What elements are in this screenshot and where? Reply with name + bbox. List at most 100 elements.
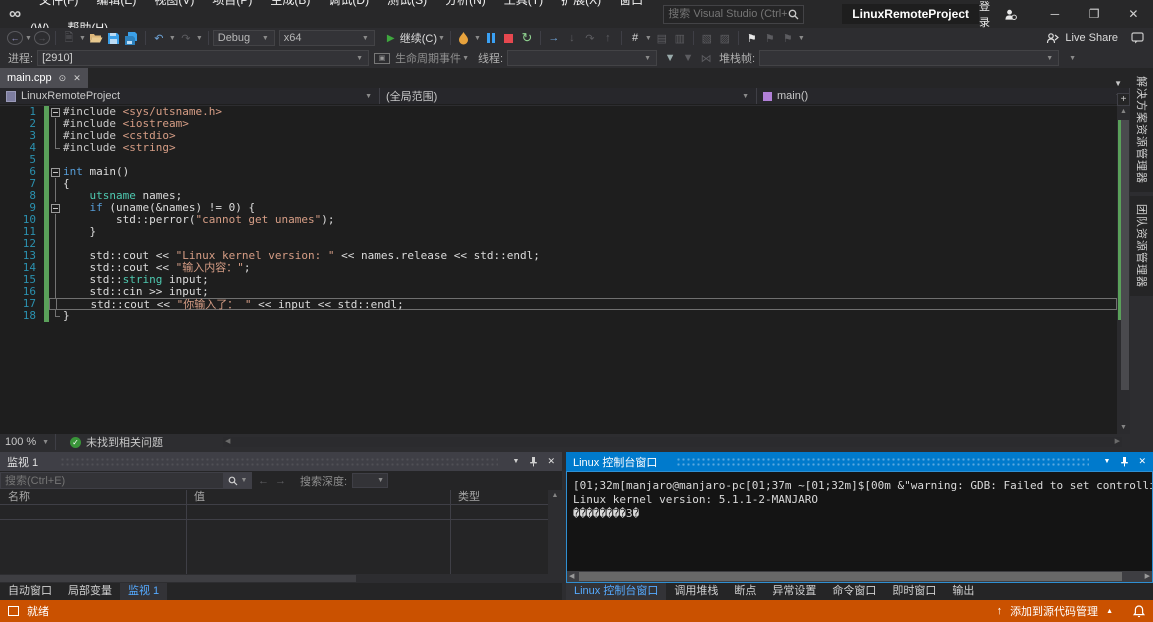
sidebar-tab-team-explorer[interactable]: 团队资源管理器	[1130, 196, 1153, 296]
scroll-left-icon[interactable]: ◀	[569, 571, 574, 582]
pin-tab-icon[interactable]: ⊙	[59, 73, 67, 84]
save-all-icon[interactable]	[124, 30, 140, 46]
menu-item[interactable]: 扩展(X)	[552, 0, 610, 7]
scroll-right-icon[interactable]: ▶	[1115, 437, 1120, 447]
document-health-indicator[interactable]: ✓ 未找到相关问题	[70, 434, 163, 450]
window-menu-icon[interactable]: ▼	[513, 458, 520, 465]
filter-threads-icon[interactable]: ▼	[662, 50, 678, 66]
save-icon[interactable]	[106, 30, 122, 46]
menu-item[interactable]: 测试(S)	[378, 0, 436, 7]
code-line[interactable]: 5	[0, 154, 1117, 166]
minimize-button[interactable]: ─	[1035, 0, 1074, 28]
redo-icon[interactable]: ↷	[178, 30, 194, 46]
solution-platform-dropdown[interactable]: x64 ▼	[278, 30, 375, 46]
continue-dropdown[interactable]: ▼	[438, 35, 445, 42]
code-line[interactable]: 10 std::perror("cannot get unames");	[0, 214, 1117, 226]
close-tab-icon[interactable]: ✕	[73, 73, 81, 84]
stack-frame-dropdown[interactable]: ▼	[759, 50, 1060, 66]
watch-panel-tab[interactable]: 自动窗口	[0, 583, 60, 600]
lifecycle-events-icon[interactable]: ▣	[374, 52, 391, 64]
column-header-value[interactable]: 值	[186, 490, 450, 505]
scroll-up-icon[interactable]: ▲	[548, 490, 562, 502]
apply-code-changes-dropdown[interactable]: ▼	[474, 35, 481, 42]
scroll-down-icon[interactable]: ▼	[1117, 422, 1130, 434]
add-to-source-control-button[interactable]: 添加到源代码管理	[1010, 603, 1098, 619]
scrollbar-thumb[interactable]	[579, 572, 1122, 581]
watch-panel-tab[interactable]: 监视 1	[120, 583, 168, 600]
hex-display-icon[interactable]: #	[627, 30, 643, 46]
apply-code-changes-icon[interactable]	[456, 30, 472, 46]
navigate-forward-icon[interactable]: →	[33, 31, 50, 45]
continue-label[interactable]: 继续(C)	[400, 30, 437, 46]
console-output[interactable]: [01;32m[manjaro@manjaro-pc[01;37m ~[01;3…	[566, 471, 1153, 583]
source-control-dropdown-icon[interactable]: ▲	[1106, 608, 1113, 615]
filter-flagged-icon[interactable]: ▼	[680, 50, 696, 66]
navigate-back-dropdown[interactable]: ▼	[25, 35, 32, 42]
symbol-dropdown[interactable]: main() ▼	[757, 88, 1130, 104]
splitter-handle-icon[interactable]: +	[1117, 93, 1130, 106]
navigate-back-icon[interactable]: ←	[7, 31, 23, 45]
menu-item[interactable]: 编辑(E)	[87, 0, 145, 7]
menu-item[interactable]: 视图(V)	[145, 0, 203, 7]
toolbar-overflow-icon[interactable]: ▼	[1069, 55, 1076, 62]
pin-icon[interactable]	[1120, 456, 1129, 467]
quick-search-input[interactable]	[668, 8, 789, 20]
fold-margin[interactable]	[49, 166, 63, 178]
console-panel-tab[interactable]: Linux 控制台窗口	[566, 583, 667, 600]
continue-icon[interactable]: ▶	[383, 30, 399, 46]
close-button[interactable]: ✕	[1114, 0, 1153, 28]
menu-item[interactable]: 项目(P)	[203, 0, 261, 7]
sign-in-button[interactable]: 登录	[979, 0, 1018, 30]
console-panel-tab[interactable]: 异常设置	[764, 583, 824, 600]
bookmark-icon[interactable]: ⚑	[744, 30, 760, 46]
console-panel-tab[interactable]: 命令窗口	[824, 583, 884, 600]
send-feedback-icon[interactable]	[1129, 30, 1145, 46]
search-forward-icon[interactable]: →	[275, 475, 286, 487]
zoom-dropdown[interactable]: 100 % ▼	[0, 434, 56, 450]
previous-bookmark-icon[interactable]: ⚑	[762, 30, 778, 46]
pin-icon[interactable]	[529, 456, 538, 467]
close-panel-icon[interactable]: ✕	[547, 456, 555, 467]
notifications-bell-icon[interactable]	[1133, 604, 1145, 618]
step-out-icon[interactable]: ↑	[600, 30, 616, 46]
code-line[interactable]: 16 std::cin >> input;	[0, 286, 1117, 298]
window-menu-icon[interactable]: ▼	[1104, 458, 1111, 465]
undo-dropdown[interactable]: ▼	[169, 35, 176, 42]
fold-margin[interactable]	[49, 202, 63, 214]
toggle-flagged-icon[interactable]: ⋈	[698, 50, 714, 66]
watch-search-button[interactable]: ▼	[224, 472, 252, 489]
watch-search-input[interactable]	[5, 474, 219, 487]
undo-icon[interactable]: ↶	[151, 30, 167, 46]
code-editor[interactable]: 1 #include <sys/utsname.h> 2 #include <iost…	[0, 106, 1117, 434]
console-panel-tab[interactable]: 断点	[726, 583, 764, 600]
menu-item[interactable]: 生成(B)	[261, 0, 319, 7]
search-depth-dropdown[interactable]: ▼	[352, 473, 389, 488]
watch-search-box[interactable]	[0, 472, 224, 489]
show-next-statement-icon[interactable]: →	[546, 30, 562, 46]
scope-dropdown[interactable]: (全局范围) ▼	[380, 88, 757, 104]
quick-search-box[interactable]	[663, 4, 805, 24]
active-files-dropdown-icon[interactable]: ▼	[1106, 79, 1130, 88]
project-dropdown[interactable]: LinuxRemoteProject ▼	[0, 88, 380, 104]
fold-margin[interactable]	[49, 106, 63, 118]
code-line[interactable]: 6 int main()	[0, 166, 1117, 178]
column-separator[interactable]	[450, 490, 451, 583]
column-header-type[interactable]: 类型	[450, 490, 548, 505]
new-file-icon[interactable]: 🗎	[61, 30, 77, 46]
live-share-button[interactable]: Live Share	[1046, 32, 1118, 45]
menu-item[interactable]: 调试(D)	[319, 0, 378, 7]
menu-item[interactable]: 工具(T)	[495, 0, 552, 7]
menu-item[interactable]: 文件(F)	[30, 0, 87, 7]
scroll-up-icon[interactable]: ▲	[1117, 106, 1130, 118]
column-header-name[interactable]: 名称	[0, 490, 186, 505]
step-forward-icon[interactable]: ▨	[717, 30, 733, 46]
scrollbar-thumb[interactable]	[1121, 120, 1129, 390]
console-horizontal-scrollbar[interactable]: ◀ ▶	[567, 571, 1152, 582]
parallel-stacks-icon[interactable]: ▥	[672, 30, 688, 46]
sidebar-tab-solution-explorer[interactable]: 解决方案资源管理器	[1130, 68, 1153, 192]
menu-item[interactable]: 分析(N)	[436, 0, 495, 7]
stop-debugging-icon[interactable]	[501, 30, 517, 46]
console-panel-tab[interactable]: 调用堆栈	[666, 583, 726, 600]
console-title-bar[interactable]: Linux 控制台窗口 ▼ ✕	[566, 452, 1153, 471]
close-panel-icon[interactable]: ✕	[1138, 456, 1146, 467]
